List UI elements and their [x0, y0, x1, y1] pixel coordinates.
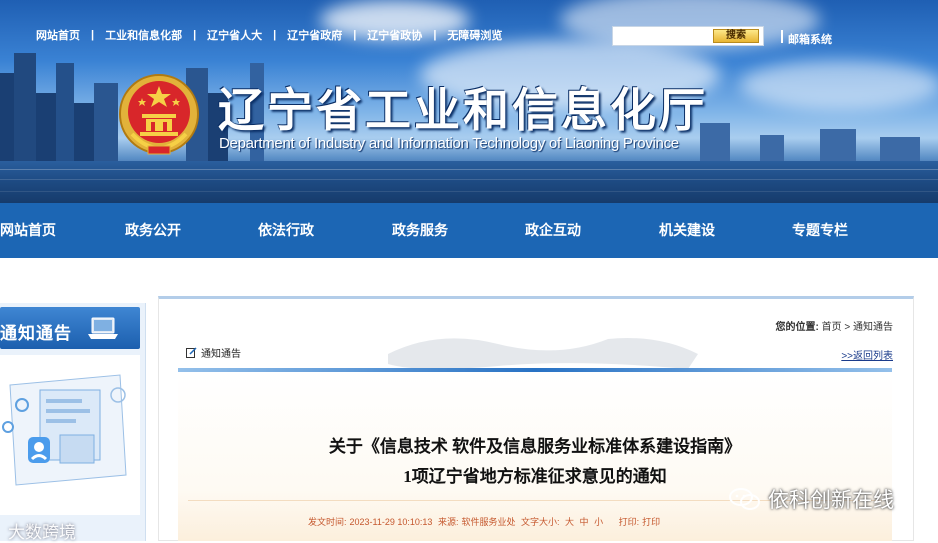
nav-item-services[interactable]: 政务服务: [392, 203, 448, 258]
building: [74, 103, 94, 163]
water-reflection: [0, 161, 938, 203]
site-title: 辽宁省工业和信息化厅: [218, 85, 708, 136]
top-link-npc[interactable]: 辽宁省人大: [207, 27, 262, 43]
meta-source-label: 来源:: [437, 517, 459, 527]
return-to-list-link[interactable]: >>返回列表: [841, 347, 893, 362]
breadcrumb-current[interactable]: 通知通告: [853, 322, 893, 333]
nav-item-topics[interactable]: 专题专栏: [792, 203, 848, 258]
meta-size-label: 文字大小:: [520, 517, 560, 527]
building: [880, 137, 920, 163]
breadcrumb-home[interactable]: 首页: [822, 322, 842, 333]
separator: |: [91, 29, 95, 41]
sidebar: 通知通告 大数跨境: [0, 303, 146, 542]
top-link-miit[interactable]: 工业和信息化部: [105, 27, 182, 43]
top-links: 网站首页 | 工业和信息化部 | 辽宁省人大 | 辽宁省政府 | 辽宁省政协 |…: [36, 27, 502, 43]
building: [56, 63, 74, 163]
separator: |: [193, 29, 197, 41]
font-size-medium[interactable]: 中: [580, 517, 589, 527]
breadcrumb-prefix: 您的位置:: [775, 322, 819, 333]
separator: |: [353, 29, 357, 41]
article-title-line1: 关于《信息技术 软件及信息服务业标准体系建设指南》: [328, 437, 742, 456]
separator: |: [273, 29, 277, 41]
watermark-right: 依科创新在线: [728, 484, 894, 514]
nav-item-organization[interactable]: 机关建设: [659, 203, 715, 258]
water-line: [0, 179, 938, 180]
separator: [781, 30, 783, 43]
meta-published-value: 2023-11-29 10:10:13: [349, 517, 433, 527]
main-nav: 网站首页 政务公开 依法行政 政务服务 政企互动 机关建设 专题专栏: [0, 203, 938, 258]
top-link-government[interactable]: 辽宁省政府: [287, 27, 342, 43]
wechat-icon: [729, 488, 760, 510]
notice-illustration: [0, 355, 140, 515]
edit-icon: [186, 347, 197, 358]
mail-system-link[interactable]: 邮箱系统: [788, 31, 832, 47]
print-link[interactable]: 打印: [642, 517, 660, 527]
water-line: [0, 169, 938, 170]
search-button[interactable]: 搜索: [713, 29, 759, 43]
dotted-map-decoration: [388, 338, 698, 370]
top-link-home[interactable]: 网站首页: [36, 27, 80, 43]
breadcrumb-separator: >: [841, 322, 853, 333]
separator: |: [433, 29, 437, 41]
building: [760, 135, 784, 163]
nav-item-law[interactable]: 依法行政: [258, 203, 314, 258]
watermark-right-text: 依科创新在线: [768, 489, 894, 512]
font-size-small[interactable]: 小: [594, 517, 603, 527]
sidebar-heading-label: 通知通告: [0, 324, 72, 343]
watermark-left: 大数跨境: [8, 523, 76, 542]
breadcrumb: 您的位置: 首页 > 通知通告: [775, 318, 893, 333]
water-line: [0, 191, 938, 192]
font-size-large[interactable]: 大: [565, 517, 574, 527]
section-label-text: 通知通告: [201, 349, 241, 360]
building: [36, 93, 56, 163]
sidebar-heading[interactable]: 通知通告: [0, 307, 140, 349]
meta-published-label: 发文时间:: [308, 517, 347, 527]
section-label: 通知通告: [186, 345, 241, 360]
building: [94, 83, 118, 163]
building: [820, 129, 856, 163]
nav-item-home[interactable]: 网站首页: [0, 203, 56, 258]
spacer-strip: [0, 258, 938, 288]
meta-source-value: 软件服务业处: [461, 517, 516, 527]
site-subtitle: Department of Industry and Information T…: [219, 135, 679, 152]
building: [14, 53, 36, 163]
cloud-decoration: [740, 60, 938, 110]
nav-item-gov-affairs[interactable]: 政务公开: [125, 203, 181, 258]
laptop-icon: [88, 317, 118, 339]
meta-print-label: 打印:: [618, 517, 640, 527]
top-link-cppcc[interactable]: 辽宁省政协: [367, 27, 422, 43]
nav-item-interaction[interactable]: 政企互动: [525, 203, 581, 258]
building: [0, 73, 14, 163]
national-emblem-icon: [119, 74, 199, 155]
top-link-accessibility[interactable]: 无障碍浏览: [447, 27, 502, 43]
article-meta: 发文时间: 2023-11-29 10:10:13 来源: 软件服务业处 文字大小:…: [308, 515, 663, 528]
